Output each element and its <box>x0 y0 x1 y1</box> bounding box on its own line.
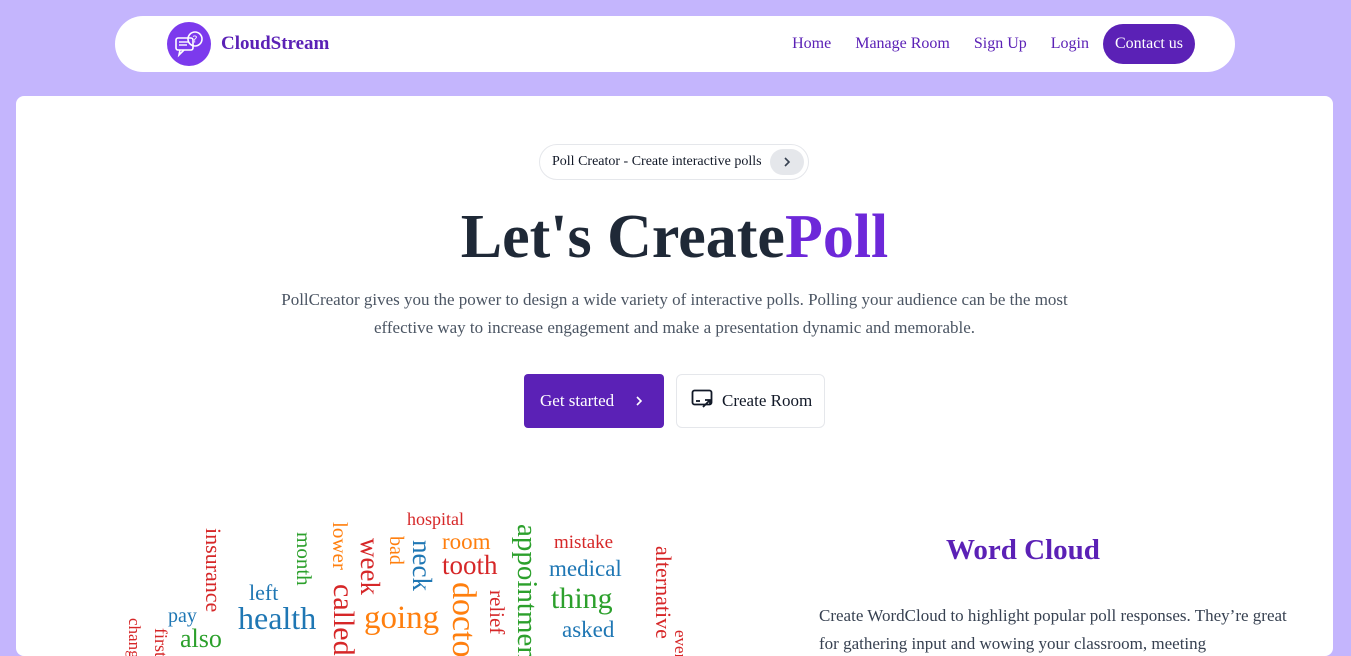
create-room-button[interactable]: Create Room <box>676 374 825 428</box>
word-cloud-title: Word Cloud <box>946 534 1100 566</box>
svg-text:?: ? <box>192 35 197 46</box>
wc-word-week: week <box>355 538 385 595</box>
nav-manage-room-link[interactable]: Manage Room <box>855 35 950 53</box>
wc-word-alternative: alternative <box>651 546 676 639</box>
wc-word-lower: lower <box>328 522 352 570</box>
wc-word-every: every <box>671 630 690 656</box>
wc-word-month: month <box>292 532 316 586</box>
wc-word-called: called <box>327 584 360 656</box>
nav-sign-up-link[interactable]: Sign Up <box>974 35 1027 53</box>
wc-word-relief: relief <box>485 590 509 635</box>
wc-word-pay: pay <box>168 605 197 627</box>
wc-word-appointment: appointment <box>511 524 543 656</box>
wc-word-insurance: insurance <box>201 528 226 613</box>
word-cloud-image: hospital room tooth mistake medical thin… <box>116 506 696 656</box>
hero-description: PollCreator gives you the power to desig… <box>281 290 1068 337</box>
wc-word-mistake: mistake <box>554 532 614 553</box>
chevron-right-icon <box>634 393 644 413</box>
get-started-label: Get started <box>540 391 615 410</box>
nav-links: Home Manage Room Sign Up Login Contact u… <box>768 24 1195 64</box>
wc-word-health: health <box>238 600 317 636</box>
wc-word-doctor: doctor <box>445 582 482 656</box>
screen-share-icon <box>691 388 713 415</box>
wc-word-also: also <box>180 624 222 653</box>
get-started-button[interactable]: Get started <box>524 374 664 428</box>
nav-login-link[interactable]: Login <box>1051 35 1089 53</box>
wc-word-tooth: tooth <box>442 550 498 580</box>
wc-word-first: first <box>151 628 171 656</box>
hero-title-accent: Poll <box>784 203 889 271</box>
hero-title: Let's CreatePoll <box>16 202 1333 272</box>
wc-word-neck: neck <box>407 540 437 591</box>
wc-word-hospital: hospital <box>407 509 464 529</box>
wc-word-asked: asked <box>562 617 615 642</box>
main-card: Poll Creator - Create interactive polls … <box>16 96 1333 656</box>
brand-name: CloudStream <box>221 33 330 54</box>
create-room-label: Create Room <box>722 391 813 410</box>
chevron-right-icon <box>770 149 804 175</box>
wc-word-going: going <box>364 600 440 636</box>
wc-word-change: change <box>125 618 144 656</box>
wc-word-thing: thing <box>551 582 613 615</box>
wc-word-bad: bad <box>385 536 407 565</box>
brand[interactable]: ? CloudStream <box>167 22 329 66</box>
wc-word-medical: medical <box>549 556 622 581</box>
nav-home-link[interactable]: Home <box>792 35 831 53</box>
poll-creator-pill[interactable]: Poll Creator - Create interactive polls <box>539 144 809 180</box>
chat-bubbles-logo-icon: ? <box>167 22 211 66</box>
contact-us-button[interactable]: Contact us <box>1103 24 1195 64</box>
top-navbar: ? CloudStream Home Manage Room Sign Up L… <box>115 16 1235 72</box>
word-cloud-description: Create WordCloud to highlight popular po… <box>819 606 1287 653</box>
hero-title-main: Let's Create <box>460 203 785 271</box>
pill-text: Poll Creator - Create interactive polls <box>552 154 762 169</box>
